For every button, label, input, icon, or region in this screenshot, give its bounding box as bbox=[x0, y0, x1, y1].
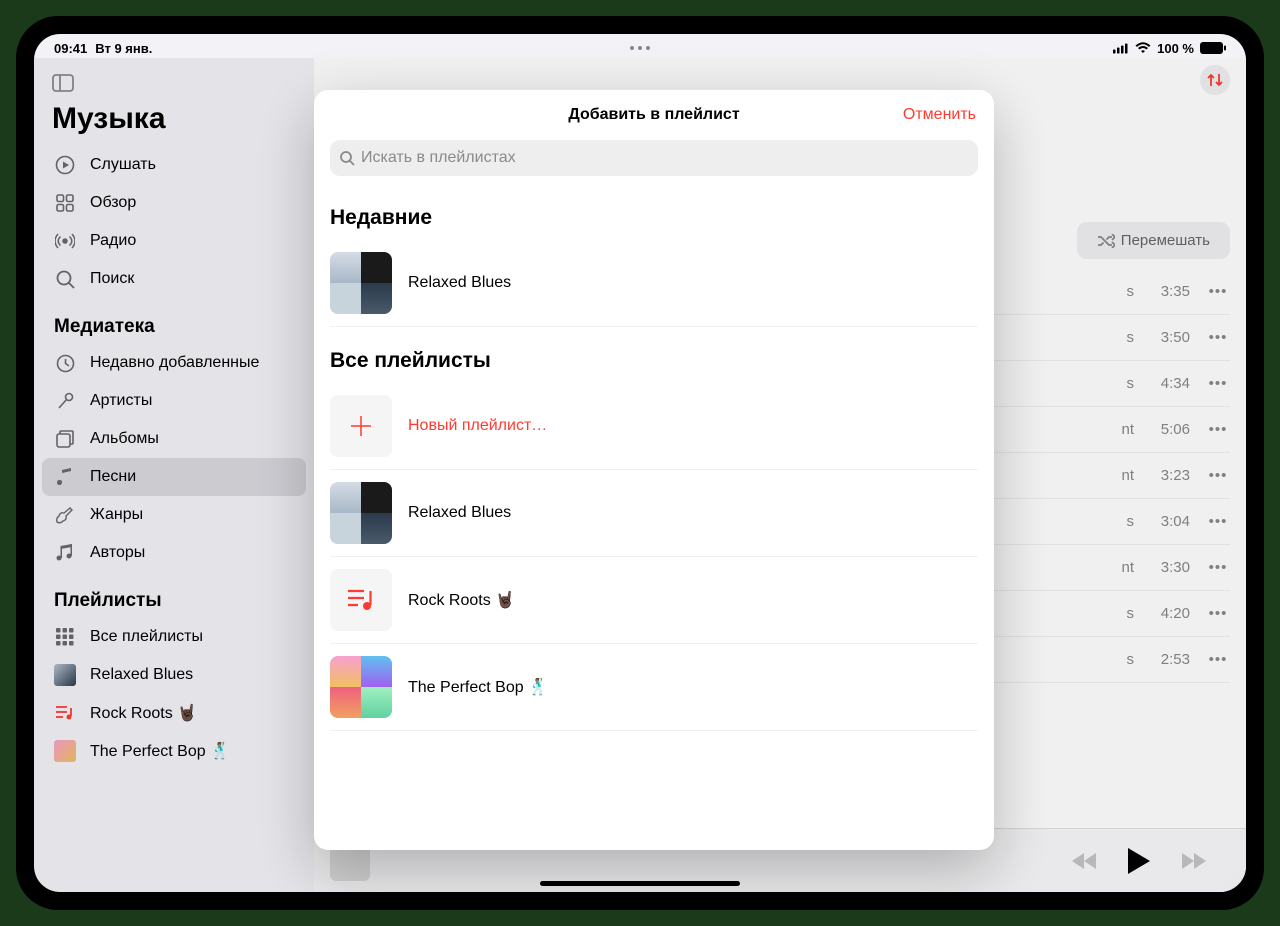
recent-section-title: Недавние bbox=[330, 184, 978, 240]
new-playlist-button[interactable]: Новый плейлист… bbox=[330, 383, 978, 470]
playlist-name: Relaxed Blues bbox=[408, 504, 511, 522]
playlist-row-rock[interactable]: Rock Roots 🤘🏿 bbox=[330, 557, 978, 644]
cancel-button[interactable]: Отменить bbox=[903, 106, 976, 124]
playlist-row-relaxed[interactable]: Relaxed Blues bbox=[330, 470, 978, 557]
playlist-artwork bbox=[330, 482, 392, 544]
modal-title: Добавить в плейлист bbox=[568, 106, 739, 124]
playlist-name: Relaxed Blues bbox=[408, 274, 511, 292]
all-section-title: Все плейлисты bbox=[330, 327, 978, 383]
playlist-row-recent-relaxed[interactable]: Relaxed Blues bbox=[330, 240, 978, 327]
device-frame: 09:41 Вт 9 янв. 100 % Музыка bbox=[16, 16, 1264, 910]
search-placeholder: Искать в плейлистах bbox=[361, 149, 516, 167]
add-to-playlist-modal: Добавить в плейлист Отменить Искать в пл… bbox=[314, 90, 994, 850]
status-time: 09:41 bbox=[54, 41, 87, 56]
plus-icon bbox=[330, 395, 392, 457]
cellular-icon bbox=[1113, 42, 1129, 54]
multitask-dots[interactable] bbox=[630, 46, 650, 50]
wifi-icon bbox=[1135, 42, 1151, 54]
playlist-name: Rock Roots 🤘🏿 bbox=[408, 590, 515, 610]
playlist-row-bop[interactable]: The Perfect Bop 🕺🏽 bbox=[330, 644, 978, 731]
playlist-name: The Perfect Bop 🕺🏽 bbox=[408, 677, 548, 697]
screen: 09:41 Вт 9 янв. 100 % Музыка bbox=[34, 34, 1246, 892]
playlist-artwork bbox=[330, 569, 392, 631]
battery-icon bbox=[1200, 42, 1226, 54]
status-date: Вт 9 янв. bbox=[95, 41, 152, 56]
battery-percent: 100 % bbox=[1157, 41, 1194, 56]
search-icon bbox=[340, 151, 355, 166]
search-input[interactable]: Искать в плейлистах bbox=[330, 140, 978, 176]
playlist-artwork bbox=[330, 656, 392, 718]
status-bar: 09:41 Вт 9 янв. 100 % bbox=[34, 34, 1246, 58]
playlist-artwork bbox=[330, 252, 392, 314]
home-indicator[interactable] bbox=[540, 881, 740, 886]
new-playlist-label: Новый плейлист… bbox=[408, 417, 547, 435]
